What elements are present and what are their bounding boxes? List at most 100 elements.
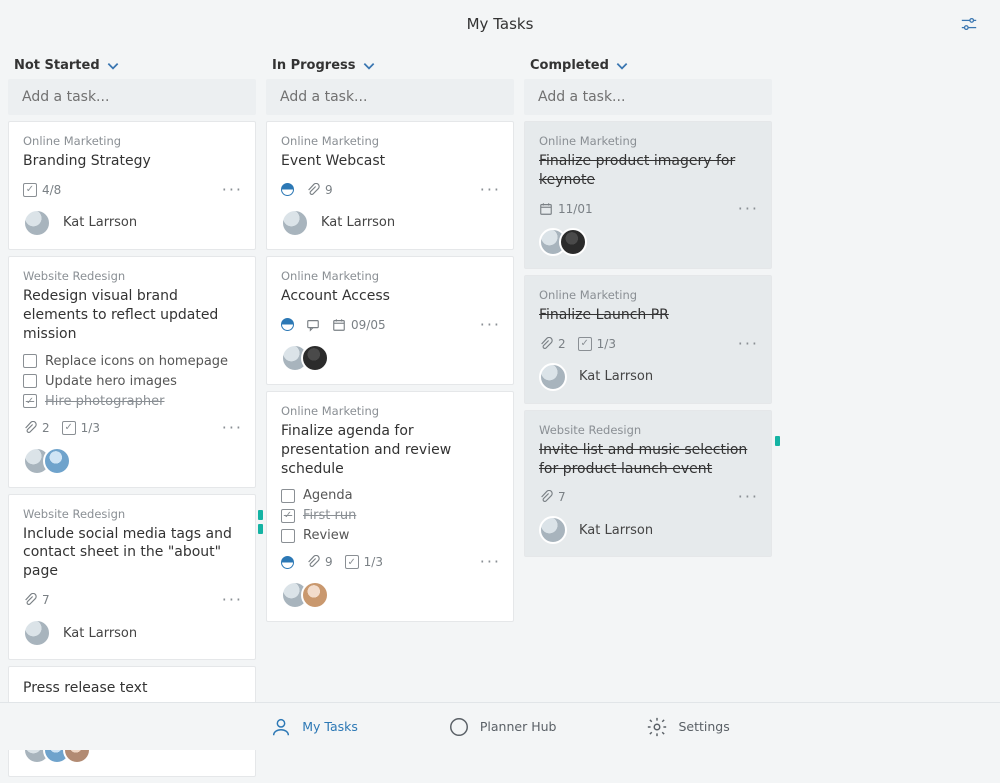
- task-card[interactable]: Online Marketing Finalize agenda for pre…: [266, 391, 514, 623]
- attachment-count: 2: [539, 337, 566, 351]
- checklist-icon: [578, 337, 592, 351]
- hub-icon: [448, 716, 470, 738]
- column-header[interactable]: Not Started: [8, 48, 256, 79]
- task-title: Branding Strategy: [23, 152, 241, 171]
- assignee-avatars: [281, 209, 309, 237]
- more-icon[interactable]: ···: [480, 317, 501, 333]
- progress-icon: [281, 318, 294, 331]
- attachment-count: 7: [23, 593, 50, 607]
- bottom-nav: My Tasks Planner Hub Settings: [0, 702, 1000, 750]
- task-title: Event Webcast: [281, 152, 499, 171]
- task-title: Invite list and music selection for prod…: [539, 441, 757, 479]
- more-icon[interactable]: ···: [480, 182, 501, 198]
- attachment-count: 9: [306, 555, 333, 569]
- more-icon[interactable]: ···: [222, 592, 243, 608]
- paperclip-icon: [23, 421, 37, 435]
- avatar[interactable]: [559, 228, 587, 256]
- project-label: Online Marketing: [539, 288, 757, 302]
- add-task-input[interactable]: Add a task...: [524, 79, 772, 115]
- column-header[interactable]: In Progress: [266, 48, 514, 79]
- nav-planner-hub[interactable]: Planner Hub: [448, 716, 557, 738]
- add-task-input[interactable]: Add a task...: [266, 79, 514, 115]
- checklist-count: 1/3: [345, 555, 383, 569]
- more-icon[interactable]: ···: [738, 336, 759, 352]
- checklist-count: 1/3: [62, 421, 100, 435]
- project-label: Website Redesign: [23, 269, 241, 283]
- column-header[interactable]: Completed: [524, 48, 772, 79]
- column-title: Completed: [530, 58, 609, 73]
- task-card[interactable]: Online Marketing Branding Strategy 4/8 ·…: [8, 121, 256, 250]
- task-card[interactable]: Website Redesign Invite list and music s…: [524, 410, 772, 558]
- checklist-count: 4/8: [23, 183, 61, 197]
- column-title: In Progress: [272, 58, 356, 73]
- project-label: Website Redesign: [539, 423, 757, 437]
- assignee-avatars: [23, 619, 51, 647]
- attachment-count: 9: [306, 183, 333, 197]
- checklist-icon: [345, 555, 359, 569]
- nav-label: Planner Hub: [480, 719, 557, 734]
- filter-icon[interactable]: [960, 15, 978, 33]
- task-title: Finalize Launch PR: [539, 306, 757, 325]
- assignee-name: Kat Larrson: [579, 369, 653, 384]
- checkbox-icon: [23, 374, 37, 388]
- more-icon[interactable]: ···: [222, 420, 243, 436]
- progress-icon: [281, 556, 294, 569]
- avatar[interactable]: [539, 516, 567, 544]
- assignee-avatars: [539, 516, 567, 544]
- subtask[interactable]: Agenda: [281, 488, 499, 503]
- more-icon[interactable]: ···: [222, 182, 243, 198]
- avatar[interactable]: [301, 344, 329, 372]
- subtask[interactable]: First run: [281, 508, 499, 523]
- task-card[interactable]: Online Marketing Finalize product imager…: [524, 121, 772, 269]
- task-card[interactable]: Website Redesign Include social media ta…: [8, 494, 256, 661]
- avatar[interactable]: [23, 209, 51, 237]
- more-icon[interactable]: ···: [738, 201, 759, 217]
- avatar[interactable]: [539, 363, 567, 391]
- assignee-name: Kat Larrson: [63, 215, 137, 230]
- paperclip-icon: [539, 337, 553, 351]
- task-card[interactable]: Online Marketing Event Webcast 9 ··· Kat…: [266, 121, 514, 250]
- project-label: Online Marketing: [539, 134, 757, 148]
- checkbox-icon: [281, 529, 295, 543]
- chevron-down-icon: [362, 59, 376, 73]
- assignee-avatars: [23, 209, 51, 237]
- attachment-count: 2: [23, 421, 50, 435]
- more-icon[interactable]: ···: [738, 489, 759, 505]
- task-card[interactable]: Online Marketing Finalize Launch PR 2 1/…: [524, 275, 772, 404]
- calendar-icon: [332, 318, 346, 332]
- avatar[interactable]: [301, 581, 329, 609]
- subtask[interactable]: Update hero images: [23, 374, 241, 389]
- more-icon[interactable]: ···: [480, 554, 501, 570]
- subtask[interactable]: Hire photographer: [23, 394, 241, 409]
- task-title: Redesign visual brand elements to reflec…: [23, 287, 241, 344]
- avatar[interactable]: [281, 209, 309, 237]
- nav-settings[interactable]: Settings: [646, 716, 729, 738]
- progress-icon: [281, 183, 294, 196]
- column-title: Not Started: [14, 58, 100, 73]
- drag-marker: [775, 436, 780, 446]
- nav-my-tasks[interactable]: My Tasks: [270, 716, 358, 738]
- progress-indicator: [281, 183, 294, 196]
- column-in-progress: In Progress Add a task... Online Marketi…: [266, 48, 514, 783]
- task-title: Finalize product imagery for keynote: [539, 152, 757, 190]
- progress-indicator: [281, 556, 294, 569]
- avatar[interactable]: [23, 619, 51, 647]
- subtask[interactable]: Replace icons on homepage: [23, 354, 241, 369]
- person-icon: [270, 716, 292, 738]
- attachment-count: 7: [539, 490, 566, 504]
- subtask[interactable]: Review: [281, 528, 499, 543]
- gear-icon: [646, 716, 668, 738]
- task-card[interactable]: Website Redesign Redesign visual brand e…: [8, 256, 256, 488]
- add-task-input[interactable]: Add a task...: [8, 79, 256, 115]
- nav-label: My Tasks: [302, 719, 358, 734]
- column-completed: Completed Add a task... Online Marketing…: [524, 48, 772, 783]
- drag-marker: [258, 524, 263, 534]
- due-date: 11/01: [539, 202, 593, 216]
- avatar[interactable]: [43, 447, 71, 475]
- task-card[interactable]: Online Marketing Account Access 09/05 ··…: [266, 256, 514, 385]
- checklist-icon: [23, 183, 37, 197]
- project-label: Website Redesign: [23, 507, 241, 521]
- assignee-avatars: [281, 581, 329, 609]
- comment-icon: [306, 318, 320, 332]
- checkbox-icon: [23, 394, 37, 408]
